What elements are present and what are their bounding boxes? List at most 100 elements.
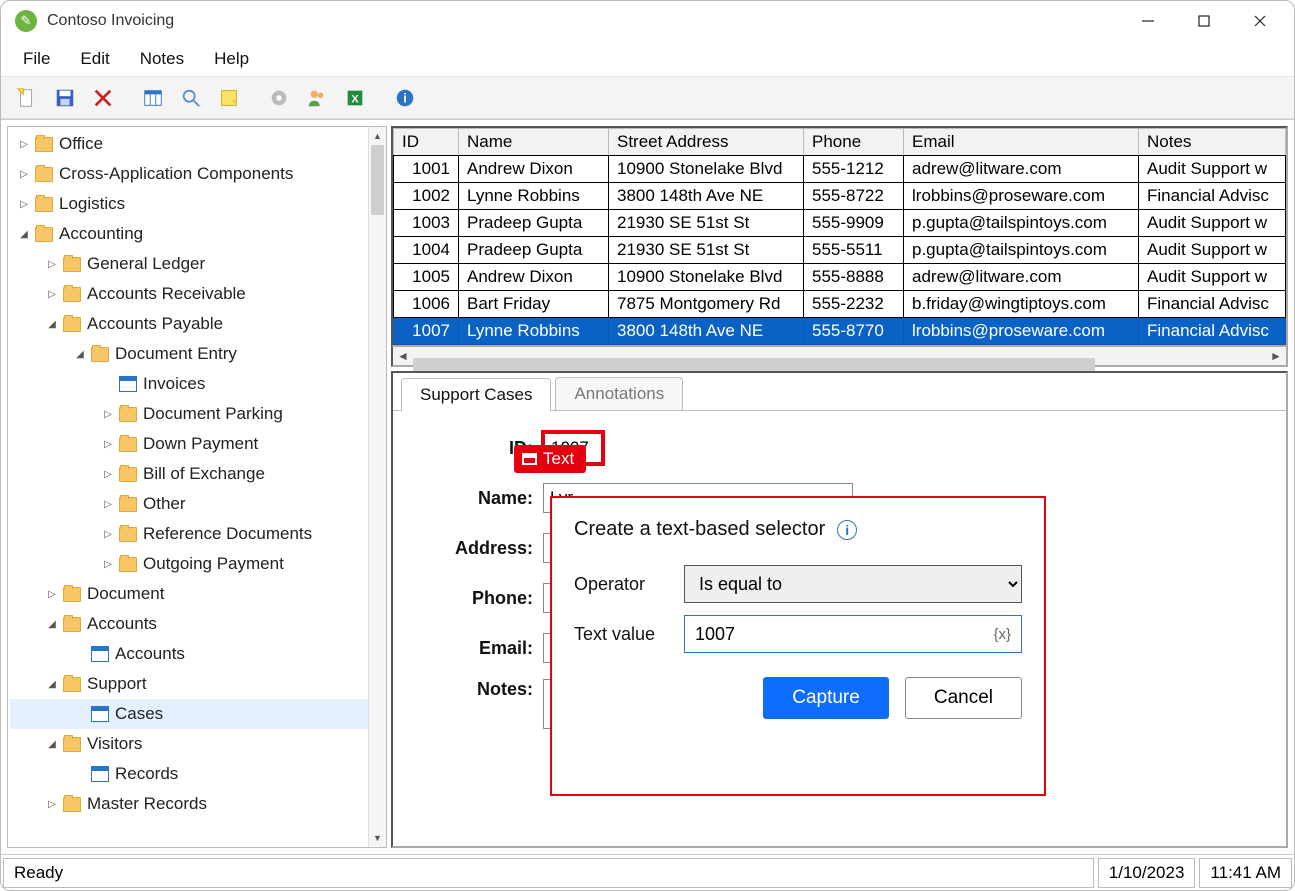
expand-icon[interactable]: ▷ [16,169,32,180]
scroll-up-arrow-icon[interactable]: ▲ [369,127,386,145]
tree-item[interactable]: Records [10,759,386,789]
tree-item[interactable]: ▷Reference Documents [10,519,386,549]
menu-edit[interactable]: Edit [66,45,123,73]
table-row[interactable]: 1001Andrew Dixon10900 Stonelake Blvd555-… [394,156,1286,183]
table-row[interactable]: 1005Andrew Dixon10900 Stonelake Blvd555-… [394,264,1286,291]
tree-item[interactable]: ◢Visitors [10,729,386,759]
expand-icon[interactable]: ▷ [100,409,116,420]
tree-item-label: Logistics [59,194,125,214]
scroll-thumb[interactable] [371,145,384,215]
search-icon[interactable] [173,81,209,115]
table-cell: lrobbins@proseware.com [904,183,1139,210]
tree-item-label: Accounts Payable [87,314,223,334]
tree-item[interactable]: ▷ Logistics [10,189,386,219]
column-header[interactable]: ID [394,129,459,156]
tree-item[interactable]: ◢ Accounts Payable [10,309,386,339]
expand-icon[interactable]: ▷ [16,199,32,210]
expand-icon[interactable]: ▷ [100,499,116,510]
info-icon[interactable]: i [837,520,857,540]
capture-button[interactable]: Capture [763,677,889,719]
expand-icon[interactable]: ▷ [44,289,60,300]
table-row[interactable]: 1004Pradeep Gupta21930 SE 51st St555-551… [394,237,1286,264]
scroll-left-arrow-icon[interactable]: ◄ [393,349,413,363]
text-selector-badge[interactable]: Text [514,445,586,473]
expand-icon[interactable]: ▷ [100,559,116,570]
tree-item[interactable]: ◢Support [10,669,386,699]
window-maximize-button[interactable] [1176,2,1232,40]
menu-help[interactable]: Help [200,45,263,73]
scroll-right-arrow-icon[interactable]: ► [1266,349,1286,363]
table-row[interactable]: 1002Lynne Robbins3800 148th Ave NE555-87… [394,183,1286,210]
expand-icon[interactable]: ▷ [44,259,60,270]
collapse-icon[interactable]: ◢ [44,739,60,750]
tree-item[interactable]: ▷General Ledger [10,249,386,279]
expand-icon[interactable]: ▷ [16,139,32,150]
table-cell: Pradeep Gupta [459,210,609,237]
table-cell: Lynne Robbins [459,183,609,210]
column-header[interactable]: Email [904,129,1139,156]
window-title: Contoso Invoicing [47,12,174,30]
tree-item[interactable]: ▷Cross-Application Components [10,159,386,189]
tree-item[interactable]: ▷Document Parking [10,399,386,429]
note-icon[interactable] [211,81,247,115]
navigation-tree[interactable]: ▷Office▷Cross-Application Components▷Log… [8,127,386,819]
variable-placeholder-icon[interactable]: {x} [993,626,1011,643]
expand-icon[interactable]: ▷ [100,469,116,480]
tab-annotations[interactable]: Annotations [555,377,683,410]
cancel-button[interactable]: Cancel [905,677,1022,719]
window-close-button[interactable] [1232,2,1288,40]
collapse-icon[interactable]: ◢ [16,229,32,240]
tree-item[interactable]: Accounts [10,639,386,669]
table-cell: 1005 [394,264,459,291]
settings-icon[interactable] [261,81,297,115]
tree-item[interactable]: ▷Down Payment [10,429,386,459]
tab-support-cases[interactable]: Support Cases [401,378,551,411]
column-header[interactable]: Street Address [609,129,804,156]
menu-notes[interactable]: Notes [126,45,198,73]
scroll-down-arrow-icon[interactable]: ▼ [369,829,386,847]
table-row[interactable]: 1007Lynne Robbins3800 148th Ave NE555-87… [394,318,1286,345]
tree-item[interactable]: Invoices [10,369,386,399]
info-icon[interactable]: i [387,81,423,115]
expand-icon[interactable]: ▷ [100,529,116,540]
column-header[interactable]: Name [459,129,609,156]
column-header[interactable]: Notes [1139,129,1286,156]
tree-item[interactable]: ▷Accounts Receivable [10,279,386,309]
expand-icon[interactable]: ▷ [44,589,60,600]
tree-item[interactable]: ◢Accounting [10,219,386,249]
data-grid[interactable]: IDNameStreet AddressPhoneEmailNotes1001A… [391,126,1288,347]
collapse-icon[interactable]: ◢ [44,319,60,330]
tree-vertical-scrollbar[interactable]: ▲ ▼ [368,127,386,847]
menu-file[interactable]: File [9,45,64,73]
window-minimize-button[interactable] [1120,2,1176,40]
table-row[interactable]: 1006Bart Friday7875 Montgomery Rd555-223… [394,291,1286,318]
delete-icon[interactable] [85,81,121,115]
tree-item[interactable]: ◢Document Entry [10,339,386,369]
grid-horizontal-scrollbar[interactable]: ◄ ► [391,347,1288,367]
collapse-icon[interactable]: ◢ [44,679,60,690]
expand-icon[interactable]: ▷ [44,799,60,810]
tree-item[interactable]: ▷Master Records [10,789,386,819]
expand-icon[interactable]: ▷ [100,439,116,450]
tree-item[interactable]: ▷Bill of Exchange [10,459,386,489]
tree-item[interactable]: ▷Office [10,129,386,159]
scroll-thumb[interactable] [413,358,1095,372]
users-icon[interactable] [299,81,335,115]
folder-icon [63,317,81,332]
save-icon[interactable] [47,81,83,115]
tree-item[interactable]: ▷Outgoing Payment [10,549,386,579]
tree-item[interactable]: ◢Accounts [10,609,386,639]
table-row[interactable]: 1003Pradeep Gupta21930 SE 51st St555-990… [394,210,1286,237]
table-icon[interactable] [135,81,171,115]
folder-icon [119,527,137,542]
tree-item[interactable]: ▷Other [10,489,386,519]
collapse-icon[interactable]: ◢ [44,619,60,630]
collapse-icon[interactable]: ◢ [72,349,88,360]
export-excel-icon[interactable]: X [337,81,373,115]
text-value-input[interactable]: 1007 {x} [684,615,1022,653]
column-header[interactable]: Phone [804,129,904,156]
tree-item[interactable]: ▷Document [10,579,386,609]
new-file-icon[interactable] [9,81,45,115]
tree-item[interactable]: Cases [10,699,386,729]
operator-select[interactable]: Is equal to [684,565,1022,603]
